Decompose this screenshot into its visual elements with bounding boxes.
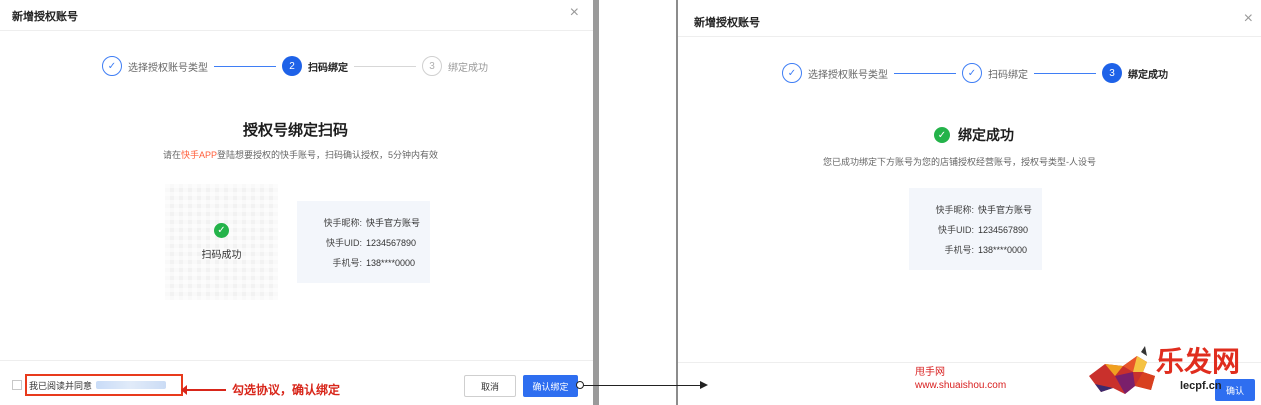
step-connector [214, 65, 276, 67]
success-heading: ✓ 绑定成功 [934, 125, 1014, 145]
step-indicator: ✓ 选择授权账号类型 ✓ 扫码绑定 3 绑定成功 [782, 63, 1168, 83]
info-row-nickname: 快手昵称: 快手官方账号 [919, 200, 1032, 220]
info-value: 1234567890 [978, 225, 1029, 235]
watermark-site-url: www.shuaishou.com [915, 380, 1007, 391]
flow-connector-line [580, 385, 704, 386]
account-info-card: 快手昵称: 快手官方账号 快手UID: 1234567890 手机号: 138****… [297, 201, 430, 283]
info-value: 1234567890 [366, 238, 417, 248]
header-divider [678, 36, 1261, 37]
annotation-arrow [181, 385, 226, 395]
qr-code: ✓ 扫码成功 [165, 184, 278, 300]
step-2: ✓ 扫码绑定 [962, 63, 1028, 83]
info-key: 快手昵称: [935, 205, 974, 215]
dialog-title: 新增授权账号 [694, 17, 760, 29]
success-check-icon: ✓ [934, 127, 950, 143]
step-check-icon: ✓ [962, 63, 982, 83]
step-indicator: ✓ 选择授权账号类型 2 扫码绑定 3 绑定成功 [102, 56, 488, 76]
step-check-icon: ✓ [782, 63, 802, 83]
instruction-prefix: 请在 [163, 150, 182, 160]
step-check-icon: ✓ [102, 56, 122, 76]
dialog-title: 新增授权账号 [12, 11, 78, 23]
app-name-highlight: 快手APP [181, 150, 218, 160]
step-label: 绑定成功 [1128, 69, 1168, 81]
instruction-suffix: 登陆想要授权的快手账号，扫码确认授权，5分钟内有效 [217, 150, 439, 160]
step-3: 3 绑定成功 [1102, 63, 1168, 83]
info-key: 手机号: [332, 258, 362, 268]
close-icon[interactable]: × [570, 4, 579, 22]
step-number: 3 [422, 56, 442, 76]
confirm-bind-button[interactable]: 确认绑定 [523, 375, 578, 397]
bind-scan-dialog: 新增授权账号 × ✓ 选择授权账号类型 2 扫码绑定 3 绑定成功 授权号绑定扫… [0, 0, 593, 405]
success-description: 您已成功绑定下方账号为您的店铺授权经营账号，授权号类型-人设号 [823, 157, 1096, 167]
step-3: 3 绑定成功 [422, 56, 488, 76]
info-row-phone: 手机号: 138****0000 [307, 253, 420, 273]
step-label: 绑定成功 [448, 62, 488, 74]
step-connector [894, 72, 956, 74]
step-label: 扫码绑定 [988, 69, 1028, 81]
step-label: 选择授权账号类型 [808, 69, 888, 81]
agreement-label[interactable]: 我已阅读并同意 [29, 379, 92, 392]
info-value: 快手官方账号 [978, 205, 1033, 215]
info-row-nickname: 快手昵称: 快手官方账号 [307, 213, 420, 233]
step-number: 3 [1102, 63, 1122, 83]
screenshot-separator [593, 0, 599, 405]
header-divider [0, 30, 593, 31]
info-row-uid: 快手UID: 1234567890 [307, 233, 420, 253]
info-value: 138****0000 [366, 258, 416, 268]
annotation-text: 勾选协议，确认绑定 [232, 383, 341, 397]
cancel-button[interactable]: 取消 [464, 375, 516, 397]
step-connector [1034, 72, 1096, 74]
qr-status-text: 扫码成功 [201, 250, 242, 261]
step-label: 扫码绑定 [308, 62, 348, 74]
info-value: 138****0000 [978, 245, 1028, 255]
step-1: ✓ 选择授权账号类型 [782, 63, 888, 83]
page-title: 授权号绑定扫码 [243, 122, 349, 139]
agreement-checkbox[interactable] [12, 380, 22, 390]
info-key: 快手UID: [937, 225, 974, 235]
step-label: 选择授权账号类型 [128, 62, 208, 74]
step-2: 2 扫码绑定 [282, 56, 348, 76]
watermark-brand: 乐发网 [1156, 345, 1241, 378]
watermark-brand-domain: lecpf.cn [1180, 380, 1222, 392]
step-connector [354, 65, 416, 67]
info-key: 手机号: [944, 245, 974, 255]
watermark-site-name: 甩手网 [915, 367, 945, 378]
info-value: 快手官方账号 [366, 218, 421, 228]
flow-arrow-icon [700, 381, 708, 389]
instruction-text: 请在快手APP登陆想要授权的快手账号，扫码确认授权，5分钟内有效 [163, 148, 438, 161]
info-key: 快手昵称: [323, 218, 362, 228]
footer-divider [0, 360, 593, 361]
success-heading-text: 绑定成功 [958, 127, 1014, 143]
flow-connector-dot [576, 381, 584, 389]
step-number: 2 [282, 56, 302, 76]
agreement-link-blurred[interactable] [96, 381, 167, 389]
qr-scan-success-overlay: ✓ 扫码成功 [165, 184, 278, 300]
info-row-phone: 手机号: 138****0000 [919, 240, 1032, 260]
info-key: 快手UID: [325, 238, 362, 248]
info-row-uid: 快手UID: 1234567890 [919, 220, 1032, 240]
account-info-card: 快手昵称: 快手官方账号 快手UID: 1234567890 手机号: 138****… [909, 188, 1042, 270]
agreement-highlight: 我已阅读并同意 [25, 374, 183, 396]
close-icon[interactable]: × [1244, 10, 1253, 28]
success-check-icon: ✓ [214, 223, 229, 238]
step-1: ✓ 选择授权账号类型 [102, 56, 208, 76]
